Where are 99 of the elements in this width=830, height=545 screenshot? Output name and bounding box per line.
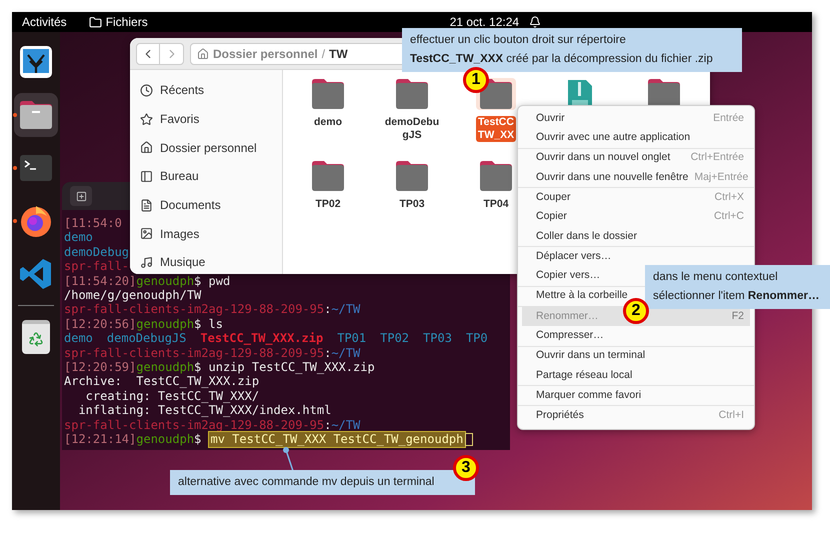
terminal-text: [11:54:20] xyxy=(64,274,136,288)
terminal-text: TP0 xyxy=(466,331,488,346)
terminal-text: demoDebugJS xyxy=(106,331,186,346)
bell-icon[interactable] xyxy=(529,16,542,28)
terminal-text: genoudph xyxy=(136,432,194,446)
folder-icon xyxy=(394,160,430,192)
terminal-text: spr-fall-clients-im2ag-129-88-209-95 xyxy=(64,302,324,317)
new-tab-button[interactable] xyxy=(70,186,92,206)
menu-item[interactable]: Partage réseau local xyxy=(522,366,750,386)
new-tab-icon xyxy=(76,190,86,202)
menu-item[interactable]: Couper Ctrl+X xyxy=(522,188,750,208)
home-icon xyxy=(197,48,209,60)
terminal-text: : xyxy=(324,418,332,432)
terminal-text: spr-fall- xyxy=(64,259,130,274)
menu-item[interactable]: Ouvrir dans un nouvel onglet Ctrl+Entrée xyxy=(522,148,750,168)
terminal-text: $ unzip TestCC_TW_XXX.zip xyxy=(194,360,375,374)
menu-item[interactable]: Ouvrir Entrée xyxy=(522,109,750,128)
terminal-text: genoudph xyxy=(136,316,194,332)
terminal-text: Archive: TestCC_TW_XXX.zip xyxy=(64,374,260,389)
terminal-text: inflating: TestCC_TW_XXX/index.html xyxy=(77,403,332,418)
folder-icon xyxy=(88,16,102,28)
terminal-text: TP01 xyxy=(337,331,366,346)
folder-icon[interactable] xyxy=(19,100,53,130)
menu-item[interactable]: Ouvrir dans un terminal xyxy=(522,346,750,366)
terminal-text: genoudph xyxy=(136,274,194,288)
sidebar-item[interactable]: Favoris xyxy=(160,110,200,128)
browser-icon[interactable] xyxy=(19,204,53,238)
terminal-icon[interactable] xyxy=(19,154,53,182)
desktop-icon xyxy=(140,170,153,183)
code-editor-icon[interactable] xyxy=(19,257,53,291)
terminal-text: [12:20:56] xyxy=(64,316,136,332)
terminal-text: spr-fall-clients-im2ag-129-88-209-95 xyxy=(64,418,324,432)
terminal-text: : xyxy=(324,346,332,360)
terminal-text: TestCC_TW_XXX.zip xyxy=(200,331,324,346)
path-separator: / xyxy=(322,46,326,62)
sidebar-item[interactable]: Dossier personnel xyxy=(160,138,257,157)
terminal-text: $ pwd xyxy=(194,274,230,288)
menu-item[interactable]: Compresser… xyxy=(522,326,750,346)
terminal-text: [12:21:14] xyxy=(64,432,136,446)
pictures-icon xyxy=(140,227,153,240)
file-name[interactable]: demoDebugJS xyxy=(381,116,443,142)
sidebar-item[interactable]: Musique xyxy=(160,253,206,272)
menu-item[interactable]: Déplacer vers… xyxy=(522,247,750,266)
folder-icon xyxy=(310,78,346,110)
terminal-text: [12:20:59] xyxy=(64,360,136,374)
tree-photo-icon[interactable] xyxy=(19,45,53,79)
folder-icon xyxy=(310,160,346,192)
activities-button[interactable]: Activités xyxy=(22,13,67,31)
folder-icon xyxy=(478,78,514,110)
terminal-text: [11:54:0 xyxy=(64,216,122,230)
file-name[interactable]: demo xyxy=(312,116,344,129)
trash-icon[interactable] xyxy=(22,320,50,354)
menu-item[interactable]: Copier Ctrl+C xyxy=(522,207,750,227)
home-icon xyxy=(140,141,153,154)
folder-icon xyxy=(394,78,430,110)
file-name[interactable]: TP02 xyxy=(313,198,343,211)
menu-item[interactable]: Ouvrir avec une autre application xyxy=(522,128,750,148)
terminal-text: TP03 xyxy=(423,331,452,346)
menu-item[interactable]: Ouvrir dans une nouvelle fenêtre Maj+Entrée xyxy=(522,168,750,188)
terminal-text: ~/TW xyxy=(331,418,360,432)
sidebar-item[interactable]: Documents xyxy=(160,196,221,214)
terminal-text: creating: TestCC_TW_XXX/ xyxy=(84,388,260,404)
terminal-text: /home/g/genoudph/TW xyxy=(64,288,202,302)
callout-text: dans le menu contextuel sélectionner l'item Renommer… xyxy=(653,270,820,304)
file-name[interactable]: TP03 xyxy=(397,198,427,211)
terminal-text: demoDebug xyxy=(64,244,130,260)
recent-icon xyxy=(140,84,153,97)
menu-item[interactable]: Propriétés Ctrl+I xyxy=(522,406,750,426)
path-segment[interactable]: TW xyxy=(329,44,348,62)
leader-line xyxy=(282,446,296,472)
highlighted-command: mv TestCC_TW_XXX TestCC_TW_genoudph xyxy=(208,432,466,446)
terminal-text: spr-fall-clients-im2ag-129-88-209-95 xyxy=(64,346,324,360)
terminal-text: $ ls xyxy=(194,316,223,332)
terminal-text: : xyxy=(324,302,332,317)
documents-icon xyxy=(140,198,153,212)
menu-item[interactable]: Coller dans le dossier xyxy=(522,226,750,246)
file-name[interactable]: TestCC TW_XX xyxy=(476,116,516,142)
sidebar-item[interactable]: Bureau xyxy=(160,167,199,186)
terminal-text: ~/TW xyxy=(331,346,360,360)
terminal-text: demo xyxy=(64,331,93,346)
callout-text: alternative avec commande mv depuis un terminal xyxy=(178,475,436,490)
starred-icon xyxy=(140,112,153,126)
folder-icon xyxy=(478,160,514,192)
sidebar-item[interactable]: Récents xyxy=(160,81,204,100)
music-icon xyxy=(140,256,153,269)
file-name[interactable]: TP04 xyxy=(481,198,511,211)
path-segment[interactable]: Dossier personnel xyxy=(213,44,318,62)
terminal-text: genoudph xyxy=(136,360,194,374)
terminal-text: ~/TW xyxy=(331,302,360,317)
back-button[interactable] xyxy=(136,42,160,64)
callout-text: effectuer un clic bouton droit sur répertoire TestCC_TW_XXX créé par la décompression du fichier .zip xyxy=(410,33,714,67)
terminal-text: $ xyxy=(194,432,202,446)
clock[interactable]: 21 oct. 12:24 xyxy=(450,13,520,31)
sidebar-item[interactable]: Images xyxy=(160,224,200,243)
terminal-text: TP02 xyxy=(380,331,410,346)
menu-item[interactable]: Marquer comme favori xyxy=(522,386,750,406)
app-menu-label[interactable]: Fichiers xyxy=(106,13,148,31)
terminal-text: demo xyxy=(64,230,93,245)
cursor-block xyxy=(465,432,474,446)
